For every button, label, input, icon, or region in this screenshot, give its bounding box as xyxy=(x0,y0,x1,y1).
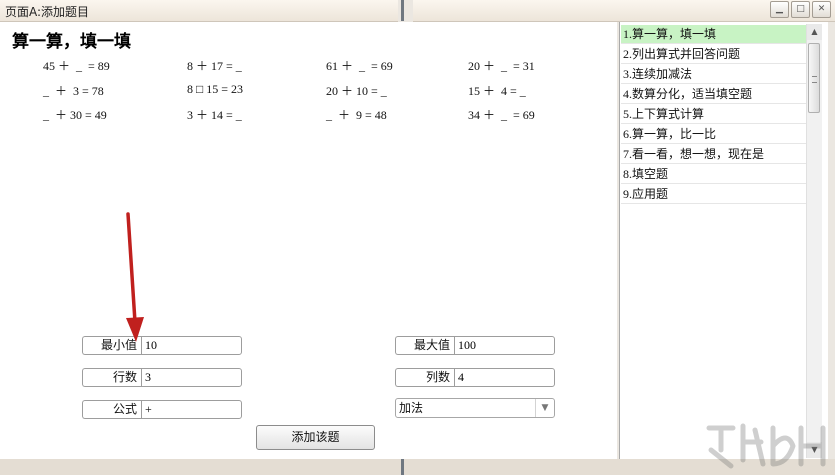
operation-selected-value: 加法 xyxy=(399,401,424,415)
list-item-label: 列出算式并回答问题 xyxy=(632,47,741,61)
window-title: 页面A:添加题目 xyxy=(5,5,90,19)
list-item[interactable]: 6.算一算，比一比 xyxy=(621,125,806,144)
equation: 8 □ 15 = 23 xyxy=(187,82,244,96)
equation: 15 ＋ 4 = _ xyxy=(468,84,526,98)
rows-input[interactable] xyxy=(141,368,242,387)
list-item-label: 看一看，想一想，现在是 xyxy=(632,147,765,161)
equation: 3 ＋ 14 = _ xyxy=(187,108,242,122)
equation: _ ＋ 30 = 49 xyxy=(43,108,107,122)
list-item-label: 数算分化，适当填空题 xyxy=(632,87,753,101)
close-icon[interactable]: ✕ xyxy=(812,1,831,18)
columns-label: 列数 xyxy=(395,368,454,387)
formula-input[interactable] xyxy=(141,400,242,419)
equation: 34 ＋ _ = 69 xyxy=(468,108,535,122)
max-value-label: 最大值 xyxy=(395,336,454,355)
minimize-icon[interactable]: ▁ xyxy=(770,1,789,18)
window-title-bar[interactable]: 页面A:添加题目 xyxy=(0,0,398,22)
equation: _ ＋ 3 = 78 xyxy=(43,84,104,98)
chevron-down-icon[interactable]: ▼ xyxy=(535,399,554,417)
min-value-label: 最小值 xyxy=(82,336,141,355)
list-item[interactable]: 9.应用题 xyxy=(621,185,806,204)
scroll-up-icon[interactable]: ▲ xyxy=(807,24,822,40)
equation: 20 ＋ 10 = _ xyxy=(326,84,387,98)
formula-label: 公式 xyxy=(82,400,141,419)
rows-label: 行数 xyxy=(82,368,141,387)
min-value-input[interactable] xyxy=(141,336,242,355)
list-item[interactable]: 2.列出算式并回答问题 xyxy=(621,45,806,64)
worksheet-panel: 算一算，填一填 45 ＋ _ = 89 8 ＋ 17 = _ 61 ＋ _ = … xyxy=(0,22,617,459)
columns-input[interactable] xyxy=(454,368,555,387)
equation: 20 ＋ _ = 31 xyxy=(468,59,535,73)
list-item[interactable]: 7.看一看，想一想，现在是 xyxy=(621,145,806,164)
pane-splitter[interactable] xyxy=(401,0,404,21)
right-title-bar[interactable]: ▁ □ ✕ xyxy=(413,0,835,22)
scrollbar-thumb[interactable] xyxy=(808,43,820,113)
pane-splitter-bottom[interactable] xyxy=(401,459,404,475)
equation: _ ＋ 9 = 48 xyxy=(326,108,387,122)
equation: 61 ＋ _ = 69 xyxy=(326,59,393,73)
list-item[interactable]: 1.算一算，填一填 xyxy=(621,25,806,44)
list-item-label: 填空题 xyxy=(632,167,669,181)
list-item-label: 算一算，比一比 xyxy=(632,127,717,141)
list-item-label: 算一算，填一填 xyxy=(632,27,717,41)
add-question-button[interactable]: 添加该题 xyxy=(256,425,375,450)
list-item-label: 应用题 xyxy=(632,187,669,201)
list-item-label: 连续加减法 xyxy=(632,67,693,81)
max-value-input[interactable] xyxy=(454,336,555,355)
window-controls: ▁ □ ✕ xyxy=(770,1,831,18)
list-item[interactable]: 3.连续加减法 xyxy=(621,65,806,84)
equation: 8 ＋ 17 = _ xyxy=(187,59,242,73)
list-item[interactable]: 5.上下算式计算 xyxy=(621,105,806,124)
list-item[interactable]: 4.数算分化，适当填空题 xyxy=(621,85,806,104)
maximize-icon[interactable]: □ xyxy=(791,1,810,18)
equation: 45 ＋ _ = 89 xyxy=(43,59,110,73)
operation-select[interactable]: 加法 ▼ xyxy=(395,398,555,418)
list-item[interactable]: 8.填空题 xyxy=(621,165,806,184)
worksheet-heading: 算一算，填一填 xyxy=(12,32,131,52)
list-scrollbar[interactable]: ▲ ▼ xyxy=(806,24,822,458)
list-item-label: 上下算式计算 xyxy=(632,107,705,121)
question-type-list: 1.算一算，填一填 2.列出算式并回答问题 3.连续加减法 4.数算分化，适当填… xyxy=(619,22,828,462)
watermark-logo xyxy=(706,423,826,469)
